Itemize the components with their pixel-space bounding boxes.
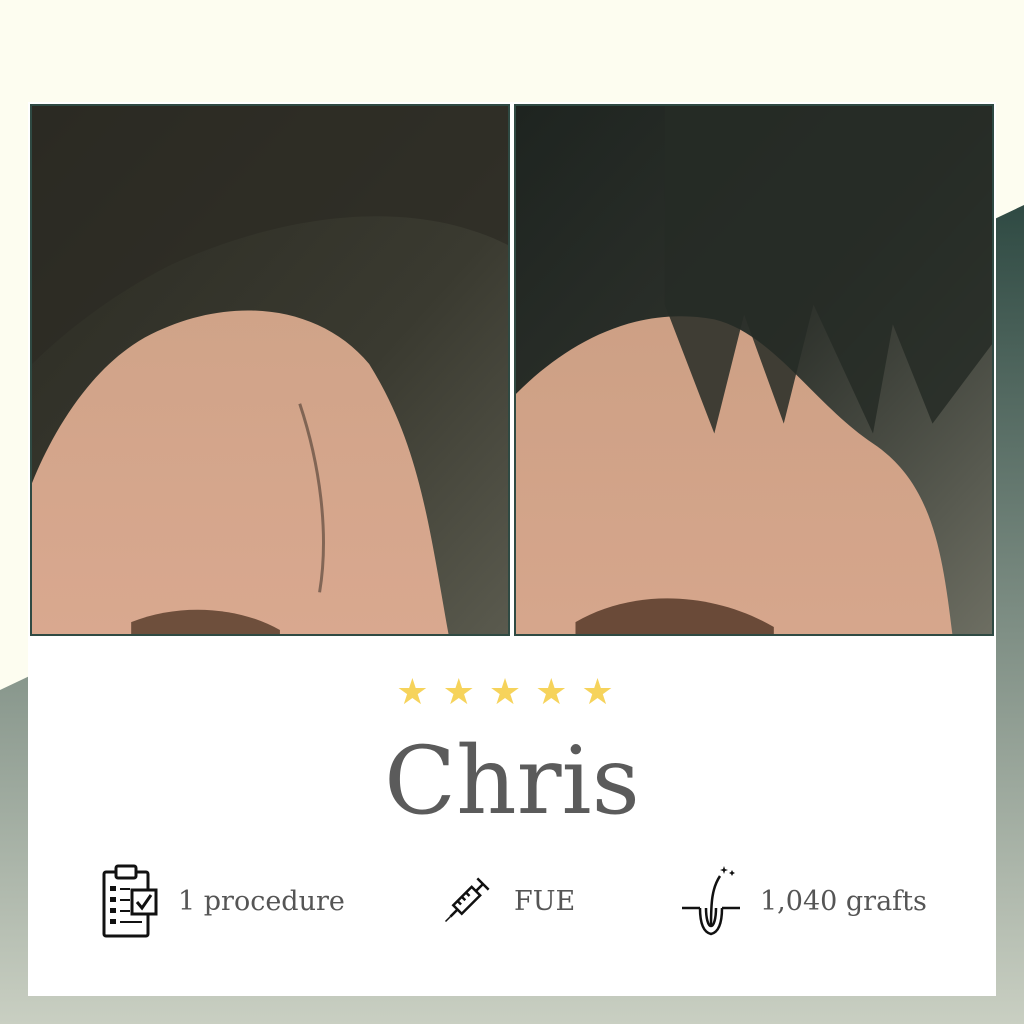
stat-technique-label: FUE xyxy=(514,885,576,917)
rating-stars: ★★★★★ xyxy=(28,672,996,713)
star-icon: ★ xyxy=(442,672,489,713)
stat-grafts-label: 1,040 grafts xyxy=(760,885,927,917)
testimonial-card: ★★★★★ Chris 1 procedure FUE 1,040 grafts xyxy=(28,102,996,996)
stat-technique: FUE xyxy=(436,862,575,940)
stat-procedures-label: 1 procedure xyxy=(178,885,345,917)
star-icon: ★ xyxy=(535,672,582,713)
star-icon: ★ xyxy=(396,672,443,713)
before-photo xyxy=(30,104,510,636)
stat-grafts: 1,040 grafts xyxy=(680,862,927,940)
clipboard-checklist-icon xyxy=(102,864,158,938)
star-icon: ★ xyxy=(488,672,536,713)
stat-procedures: 1 procedure xyxy=(100,862,345,940)
after-photo xyxy=(514,104,994,636)
syringe-icon xyxy=(444,877,490,923)
star-icon: ★ xyxy=(581,672,628,713)
hair-follicle-icon xyxy=(682,866,740,936)
patient-name: Chris xyxy=(384,727,640,836)
